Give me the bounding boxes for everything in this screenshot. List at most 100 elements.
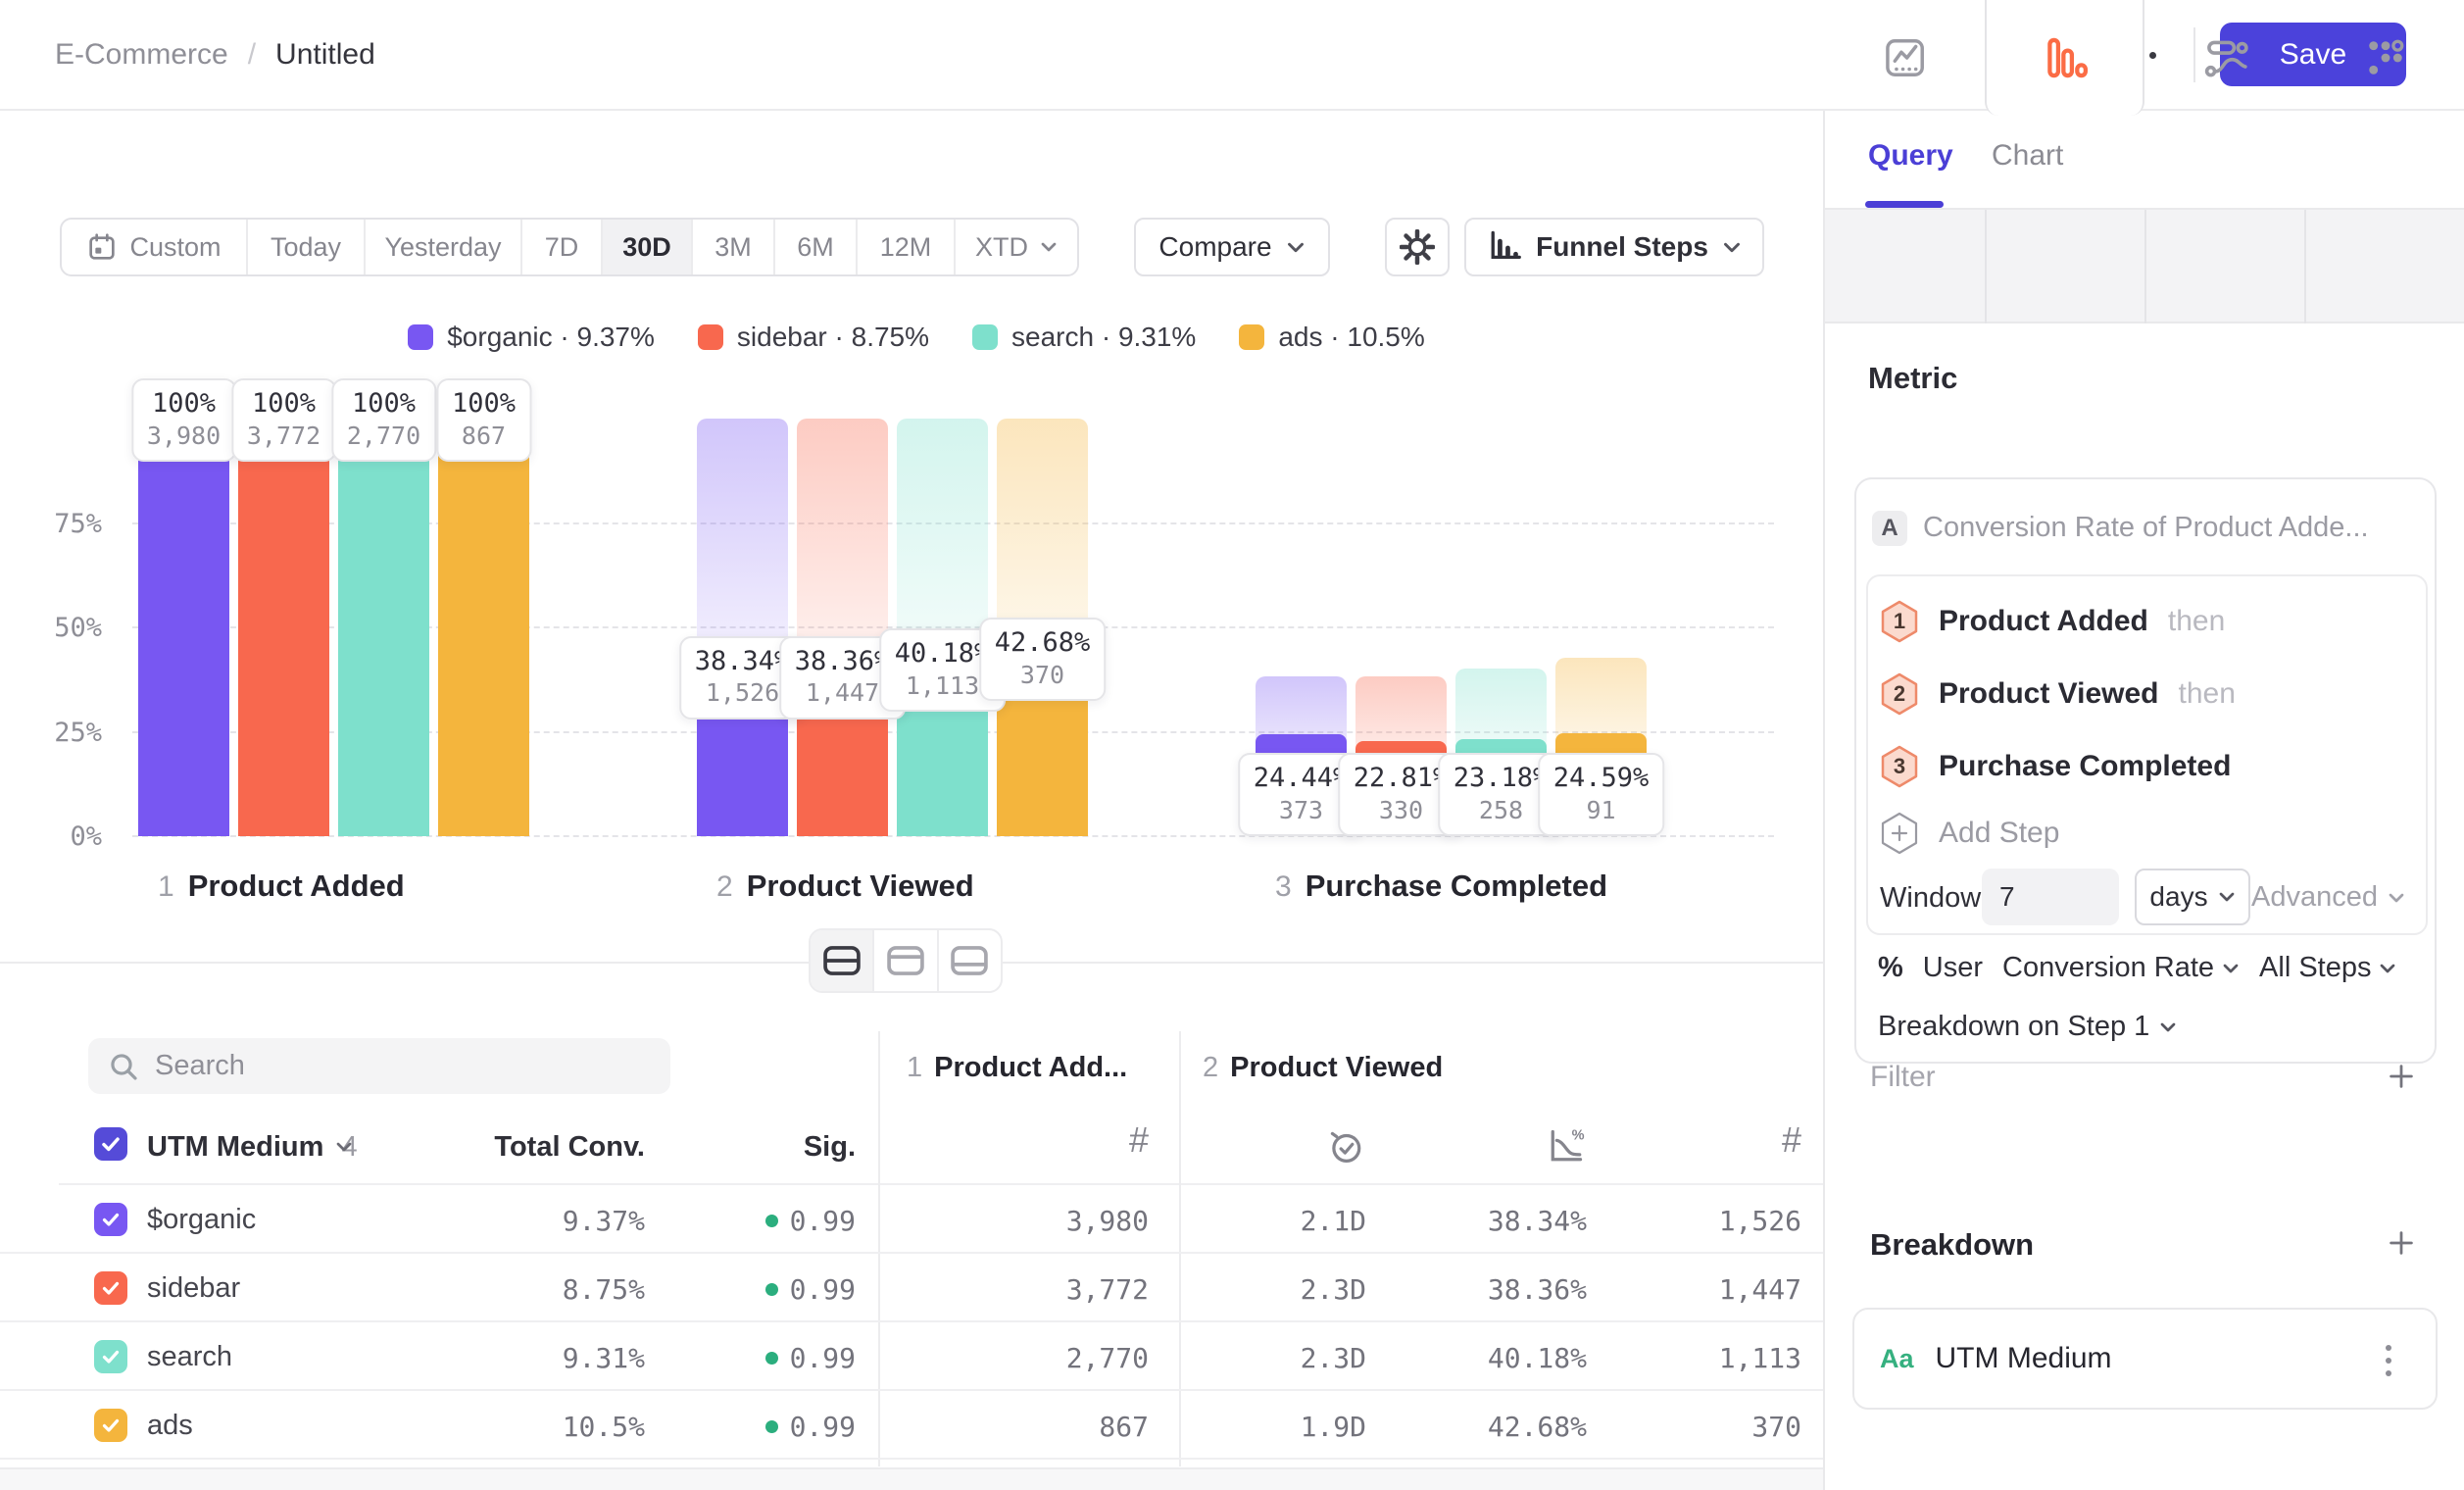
funnel-bar[interactable] [338,419,429,836]
layout-split-button[interactable] [811,930,874,991]
range-xtd[interactable]: XTD [956,220,1077,274]
range-label: 30D [622,232,671,263]
range-7d[interactable]: 7D [522,220,603,274]
check-icon [99,1345,123,1368]
advanced-toggle[interactable]: Advanced [2251,881,2405,914]
add-step-label: Add Step [1939,817,2059,850]
step-event-name: Purchase Completed [1939,750,2231,783]
measure-select[interactable]: Conversion Rate [2002,952,2240,984]
add-filter-button[interactable] [2382,1057,2421,1096]
search-input[interactable] [155,1050,651,1082]
table-row[interactable]: ads10.5%0.998671.9D42.68%370 [0,1391,1823,1460]
query-step-3[interactable]: 3 Purchase Completed [1880,745,2250,788]
step-then-suffix: then [2168,605,2225,638]
range-12m[interactable]: 12M [858,220,956,274]
window-label: Window [1880,882,1981,915]
row-checkbox[interactable] [94,1340,127,1373]
funnel-bar[interactable] [238,419,329,836]
legend-label: search · 9.31% [1011,322,1196,353]
select-all-checkbox[interactable] [94,1127,127,1161]
table-scrollbar-track[interactable] [0,1467,1823,1490]
breakdown-property-card[interactable]: Aa UTM Medium [1852,1308,2438,1410]
bar-percent-label: 24.59% [1553,762,1650,795]
range-custom[interactable]: Custom [62,220,248,274]
breakdown-on-step-select[interactable]: Breakdown on Step 1 [1878,1011,2177,1043]
chart-type-funnel-tab[interactable] [1985,0,2144,116]
chart-settings-button[interactable] [1385,218,1450,276]
sig-value: 0.99 [765,1411,856,1443]
funnel-bar[interactable] [438,419,529,836]
measurement-row: % User Conversion Rate All Steps [1878,952,2396,984]
tab-query[interactable]: Query [1868,139,1953,173]
chevron-down-icon [1286,241,1306,254]
breakdown-table-body: $organic9.37%0.993,9802.1D38.34%1,526sid… [0,1185,1823,1460]
query-step-1[interactable]: 1 Product Added then [1880,600,2225,643]
bar-count-label: 3,980 [147,421,221,451]
table-row[interactable]: sidebar8.75%0.993,7722.3D38.36%1,447 [0,1254,1823,1322]
step-number: 3 [1275,870,1292,904]
metric-formula-text[interactable]: Conversion Rate of Product Adde... [1923,512,2369,544]
row-checkbox[interactable] [94,1271,127,1305]
funnel-bars-icon [1487,229,1522,265]
group-column-header[interactable]: UTM Medium 4 [147,1131,358,1164]
total-conv-header[interactable]: Total Conv. [494,1131,645,1164]
funnel-step-label: 3Purchase Completed [1275,869,1607,904]
range-3m[interactable]: 3M [693,220,775,274]
chart-type-line-tab[interactable] [1825,0,1985,116]
sig-dot-icon [765,1215,778,1227]
table-row[interactable]: search9.31%0.992,7702.3D40.18%1,113 [0,1322,1823,1391]
percent-symbol: % [1878,952,1903,984]
step2-avg-time: 2.1D [1301,1205,1366,1237]
range-yesterday[interactable]: Yesterday [366,220,522,274]
hash-icon[interactable]: # [1129,1119,1149,1161]
hash-icon[interactable]: # [1782,1119,1801,1161]
window-unit-select[interactable]: days [2135,869,2250,925]
sig-header[interactable]: Sig. [804,1131,856,1164]
bar-count-label: 867 [452,421,516,451]
range-6m[interactable]: 6M [775,220,858,274]
add-step-button[interactable]: Add Step [1880,812,2059,855]
step2-uniques: 370 [1751,1411,1801,1443]
counting-method-label[interactable]: User [1923,952,1983,984]
breakdown-options-button[interactable] [2369,1335,2408,1386]
funnel-report-page: E-Commerce / Untitled Save CustomTodayYe… [0,0,2464,1490]
layout-table-only-button[interactable] [939,930,1001,991]
legend-item[interactable]: search · 9.31% [972,322,1196,353]
step-hexagon-badge: 3 [1880,745,1919,788]
table-row[interactable]: $organic9.37%0.993,9802.1D38.34%1,526 [0,1185,1823,1254]
range-30d[interactable]: 30D [603,220,693,274]
bar-value-box: 100%3,772 [231,378,336,462]
chart-type-button[interactable]: Funnel Steps [1464,218,1764,276]
bar-value-box: 100%867 [436,378,531,462]
chevron-down-icon[interactable] [335,1141,353,1153]
funnel-bars-icon [2043,35,2088,80]
legend-item[interactable]: $organic · 9.37% [408,322,655,353]
sig-value: 0.99 [765,1205,856,1237]
report-title[interactable]: Untitled [275,38,375,72]
chart-type-flow-tab[interactable] [2146,0,2306,116]
legend-item[interactable]: sidebar · 8.75% [698,322,929,353]
conversion-chart-icon[interactable]: % [1546,1125,1587,1167]
window-value-input[interactable] [1982,869,2119,925]
legend-item[interactable]: ads · 10.5% [1239,322,1424,353]
funnel-bar[interactable] [138,419,229,836]
svg-text:%: % [1572,1128,1585,1144]
breadcrumb-project[interactable]: E-Commerce [55,38,228,72]
step2-conv-rate: 38.36% [1488,1273,1587,1306]
layout-chart-only-button[interactable] [874,930,938,991]
chart-type-grid-tab[interactable] [2306,0,2464,116]
steps-scope-select[interactable]: All Steps [2259,952,2396,984]
bar-count-label: 330 [1354,795,1450,825]
range-today[interactable]: Today [248,220,366,274]
avg-time-clock-icon[interactable] [1325,1125,1366,1167]
breakdown-property-name: UTM Medium [1936,1342,2112,1375]
add-breakdown-button[interactable] [2382,1223,2421,1263]
row-checkbox[interactable] [94,1203,127,1236]
row-checkbox[interactable] [94,1409,127,1442]
compare-button[interactable]: Compare [1134,218,1330,276]
query-step-2[interactable]: 2 Product Viewed then [1880,672,2236,716]
tab-chart[interactable]: Chart [1992,139,2063,173]
svg-text:2: 2 [1894,681,1905,706]
calendar-icon [86,231,118,263]
compare-label: Compare [1158,231,1271,263]
